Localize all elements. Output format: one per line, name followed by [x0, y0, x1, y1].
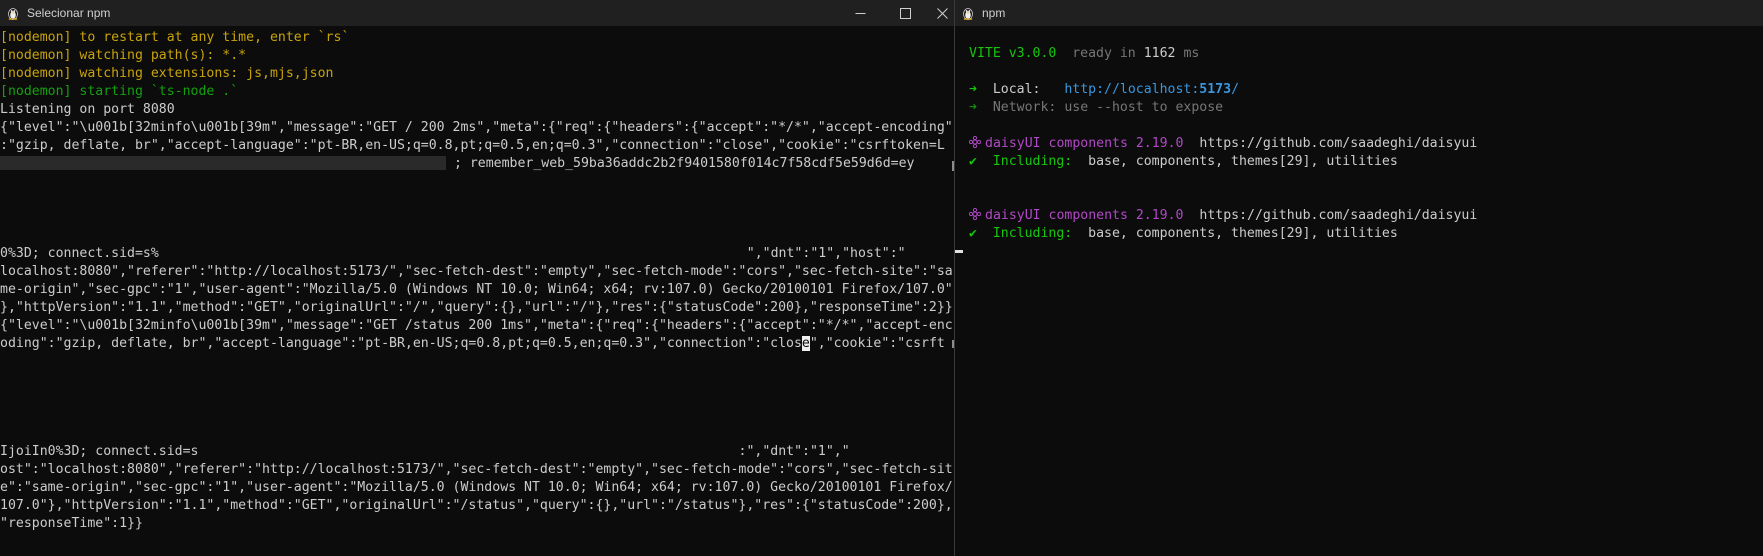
- local-url[interactable]: http://localhost:5173/: [1064, 82, 1239, 97]
- terminal-line: 0%3D; connect.sid=s% ","dnt":"1","host":": [0, 246, 906, 261]
- including-list: base, components, themes[29], utilities: [1088, 154, 1398, 169]
- check-icon: ✔: [969, 154, 977, 169]
- daisyui-name: daisyUI components 2.19.0: [985, 136, 1184, 151]
- terminal-line: localhost:8080","referer":"http://localh…: [0, 264, 953, 279]
- flower-icon: [969, 136, 981, 148]
- left-terminal-window[interactable]: Selecionar npm [nodemon] to restart at a…: [0, 0, 954, 556]
- terminal-line: ost":"localhost:8080","referer":"http://…: [0, 462, 953, 477]
- vite-ready-line: VITE v3.0.0 ready in 1162 ms: [969, 45, 1763, 63]
- prompt-line[interactable]: [955, 243, 1763, 261]
- daisyui-url[interactable]: https://github.com/saadeghi/daisyui: [1199, 136, 1477, 151]
- network-label: Network:: [992, 100, 1057, 115]
- right-window-title: npm: [982, 6, 1006, 20]
- local-label: Local:: [992, 82, 1041, 97]
- arrow-right-icon: ➜: [969, 100, 977, 115]
- terminal-line: {"level":"\u001b[32minfo\u001b[39m","mes…: [0, 120, 953, 135]
- local-url-line: ➜ Local: http://localhost:5173/: [969, 81, 1763, 99]
- left-window-title: Selecionar npm: [27, 6, 111, 20]
- terminal-line: },"httpVersion":"1.1","method":"GET","or…: [0, 300, 953, 315]
- terminal-line: ; remember_web_59ba36addc2b2f9401580f014…: [0, 155, 954, 173]
- terminal-line: [nodemon] watching path(s): *.*: [0, 48, 247, 63]
- daisyui-line: daisyUI components 2.19.0 https://github…: [969, 207, 1763, 225]
- terminal-line: [nodemon] to restart at any time, enter …: [0, 30, 350, 45]
- left-terminal-output[interactable]: [nodemon] to restart at any time, enter …: [0, 29, 954, 533]
- terminal-line: e":"same-origin","sec-gpc":"1","user-age…: [0, 480, 953, 495]
- text-cursor: [955, 249, 963, 253]
- daisyui-including-line: ✔ Including: base, components, themes[29…: [969, 153, 1763, 171]
- arrow-right-icon: ➜: [969, 82, 977, 97]
- terminal-line: Listening on port 8080: [0, 102, 175, 117]
- including-label: Including:: [992, 154, 1073, 169]
- network-hint: use --host to expose: [1064, 100, 1224, 115]
- vite-ready-label: ready in: [1072, 46, 1136, 61]
- terminal-line: IjoiIn0%3D; connect.sid=s:","dnt":"1",": [0, 444, 850, 459]
- daisyui-including-line: ✔ Including: base, components, themes[29…: [969, 225, 1763, 243]
- daisyui-name: daisyUI components 2.19.0: [985, 208, 1184, 223]
- redacted-block: [0, 156, 446, 170]
- minimize-icon: [855, 12, 865, 14]
- tux-penguin-icon: [8, 8, 18, 20]
- including-label: Including:: [992, 226, 1073, 241]
- daisyui-url[interactable]: https://github.com/saadeghi/daisyui: [1199, 208, 1477, 223]
- including-list: base, components, themes[29], utilities: [1088, 226, 1398, 241]
- vite-ready-unit: ms: [1183, 46, 1200, 61]
- flower-icon: [969, 208, 981, 220]
- vite-version: VITE v3.0.0: [969, 46, 1057, 61]
- network-line: ➜ Network: use --host to expose: [969, 99, 1763, 117]
- right-title-bar[interactable]: npm: [955, 0, 1763, 26]
- close-icon: [936, 7, 948, 19]
- terminal-line: me-origin","sec-gpc":"1","user-agent":"M…: [0, 282, 953, 297]
- text-cursor: e: [801, 336, 810, 351]
- tux-penguin-icon: [963, 8, 973, 20]
- terminal-line: 107.0"},"httpVersion":"1.1","method":"GE…: [0, 498, 953, 513]
- vite-ready-ms: 1162: [1143, 46, 1176, 61]
- terminal-line: oding":"gzip, deflate, br","accept-langu…: [0, 336, 945, 351]
- terminal-line: [nodemon] starting `ts-node .`: [0, 84, 239, 99]
- close-button[interactable]: [930, 0, 954, 26]
- maximize-icon: [899, 7, 911, 19]
- terminal-line: {"level":"\u001b[32minfo\u001b[39m","mes…: [0, 318, 953, 333]
- maximize-button[interactable]: [885, 0, 925, 26]
- minimize-button[interactable]: [840, 0, 880, 26]
- terminal-line: "responseTime":1}}: [0, 516, 143, 531]
- right-terminal-output[interactable]: VITE v3.0.0 ready in 1162 ms ➜ Local: ht…: [955, 45, 1763, 261]
- check-icon: ✔: [969, 226, 977, 241]
- left-title-bar[interactable]: Selecionar npm: [0, 0, 954, 26]
- daisyui-line: daisyUI components 2.19.0 https://github…: [969, 135, 1763, 153]
- terminal-line: [nodemon] watching extensions: js,mjs,js…: [0, 66, 334, 81]
- terminal-line: :"gzip, deflate, br","accept-language":"…: [0, 138, 945, 153]
- right-terminal-window[interactable]: npm VITE v3.0.0 ready in 1162 ms ➜ Local…: [955, 0, 1763, 556]
